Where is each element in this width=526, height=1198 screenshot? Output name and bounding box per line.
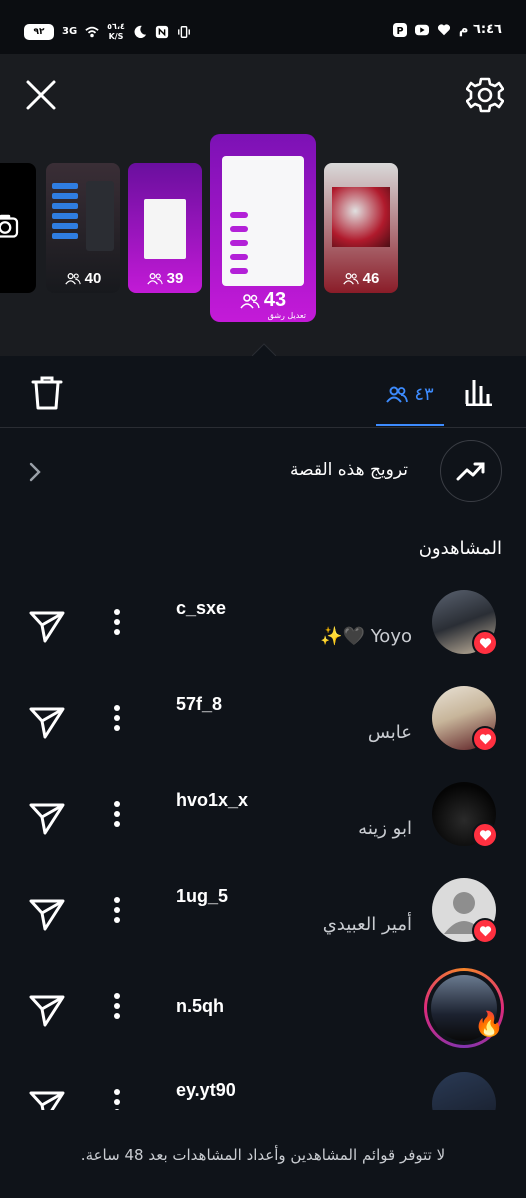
viewer-display-name: عابس xyxy=(367,722,412,743)
viewer-display-name: Yoyo 🖤✨ xyxy=(320,626,412,647)
view-count-number: 39 xyxy=(166,270,184,287)
viewer-display-name: ابو زينه xyxy=(358,818,412,839)
more-options-icon[interactable] xyxy=(108,990,126,1022)
net-speed-value: ٥٦،٤ xyxy=(107,22,125,31)
thumb-content-card xyxy=(144,199,186,259)
viewer-row[interactable]: c_sxe Yoyo 🖤✨ xyxy=(0,590,526,686)
thumb-ui-bars xyxy=(52,183,78,283)
story-view-count: 46 xyxy=(324,270,398,287)
story-add-camera[interactable] xyxy=(0,163,36,293)
tab-viewers[interactable]: ٤٣ xyxy=(376,364,444,426)
story-thumbnail[interactable]: 39 xyxy=(128,163,202,293)
liked-heart-badge xyxy=(472,918,498,944)
more-options-icon[interactable] xyxy=(108,798,126,830)
heart-icon xyxy=(479,733,491,744)
send-icon[interactable] xyxy=(28,704,66,740)
story-view-count: 40 xyxy=(46,270,120,287)
viewer-username[interactable]: c_sxe xyxy=(176,598,226,619)
viewer-username[interactable]: 1ug_5 xyxy=(176,886,228,907)
youtube-icon xyxy=(414,24,429,35)
vibrate-icon xyxy=(177,26,190,38)
send-icon[interactable] xyxy=(28,992,66,1028)
heart-icon xyxy=(479,925,491,936)
stats-bar-chart-icon[interactable] xyxy=(464,376,494,406)
view-count-number: 43 xyxy=(263,289,287,311)
parking-app-icon: P xyxy=(392,22,407,37)
liked-heart-badge xyxy=(472,630,498,656)
heart-icon xyxy=(479,637,491,648)
promote-button[interactable] xyxy=(440,440,502,502)
story-view-count: 43 xyxy=(210,289,316,312)
more-options-icon[interactable] xyxy=(108,894,126,926)
nfc-icon xyxy=(155,25,168,39)
story-thumbnail[interactable]: 46 xyxy=(324,163,398,293)
wifi-icon xyxy=(85,26,99,38)
viewers-icon xyxy=(240,293,260,309)
viewers-icon xyxy=(342,273,359,285)
footer-note: لا تتوفر قوائم المشاهدين وأعداد المشاهدا… xyxy=(80,1146,446,1164)
camera-icon xyxy=(0,214,19,238)
story-caption: تعديل رشق xyxy=(267,311,306,320)
liked-heart-badge xyxy=(472,726,498,752)
thumb-content-card xyxy=(222,156,304,286)
moon-icon xyxy=(134,25,146,39)
heart-icon xyxy=(479,829,491,840)
liked-heart-badge xyxy=(472,822,498,848)
viewers-count: ٤٣ xyxy=(414,383,434,405)
viewer-username[interactable]: hvo1x_x xyxy=(176,790,248,811)
viewer-username[interactable]: ey.yt90 xyxy=(176,1080,236,1101)
viewer-row[interactable]: 1ug_5 أمير العبيدي xyxy=(0,878,526,974)
view-count-number: 40 xyxy=(84,270,102,287)
svg-text:P: P xyxy=(396,25,403,36)
viewer-row[interactable]: n.5qh 🔥 xyxy=(0,968,526,1070)
send-icon[interactable] xyxy=(28,800,66,836)
clock: ٦:٤٦ م xyxy=(458,22,502,37)
viewer-display-name: أمير العبيدي xyxy=(322,914,412,935)
promote-story-label[interactable]: ترويج هذه القصة xyxy=(290,460,408,480)
story-thumbnail[interactable]: 40 xyxy=(46,163,120,293)
close-icon[interactable] xyxy=(24,78,58,112)
settings-gear-icon[interactable] xyxy=(466,76,504,114)
viewers-section-title: المشاهدون xyxy=(418,538,502,559)
net-speed-unit: K/S xyxy=(108,32,124,41)
selection-pointer xyxy=(252,343,276,356)
viewers-icon xyxy=(386,386,409,403)
thumb-toggle-list xyxy=(230,212,296,274)
story-view-count: 39 xyxy=(128,270,202,287)
story-thumbnail-selected[interactable]: 43 تعديل رشق xyxy=(210,134,316,322)
battery-icon: ٩٢ xyxy=(24,24,54,40)
viewers-icon xyxy=(64,273,81,285)
more-options-icon[interactable] xyxy=(108,606,126,638)
more-options-icon[interactable] xyxy=(108,702,126,734)
thumb-panel xyxy=(86,181,114,251)
viewer-row[interactable]: hvo1x_x ابو زينه xyxy=(0,782,526,878)
battery-level: ٩٢ xyxy=(33,27,45,37)
fire-emoji-badge: 🔥 xyxy=(474,1010,504,1038)
trending-up-icon xyxy=(456,462,485,481)
chevron-right-icon[interactable] xyxy=(26,460,44,484)
viewer-username[interactable]: n.5qh xyxy=(176,996,224,1017)
story-tabs-bar xyxy=(0,356,526,428)
viewers-icon xyxy=(146,273,163,285)
send-icon[interactable] xyxy=(28,896,66,932)
network-type: 3G xyxy=(62,26,78,37)
status-bar: ٩٢ 3G ٥٦،٤ K/S P ٦:٤٦ م xyxy=(0,0,526,54)
trash-icon[interactable] xyxy=(30,375,64,411)
view-count-number: 46 xyxy=(362,270,380,287)
viewer-row[interactable]: 57f_8 عابس xyxy=(0,686,526,782)
thumb-photo xyxy=(332,187,390,247)
heart-notification-icon xyxy=(437,23,450,35)
viewer-username[interactable]: 57f_8 xyxy=(176,694,222,715)
send-icon[interactable] xyxy=(28,608,66,644)
